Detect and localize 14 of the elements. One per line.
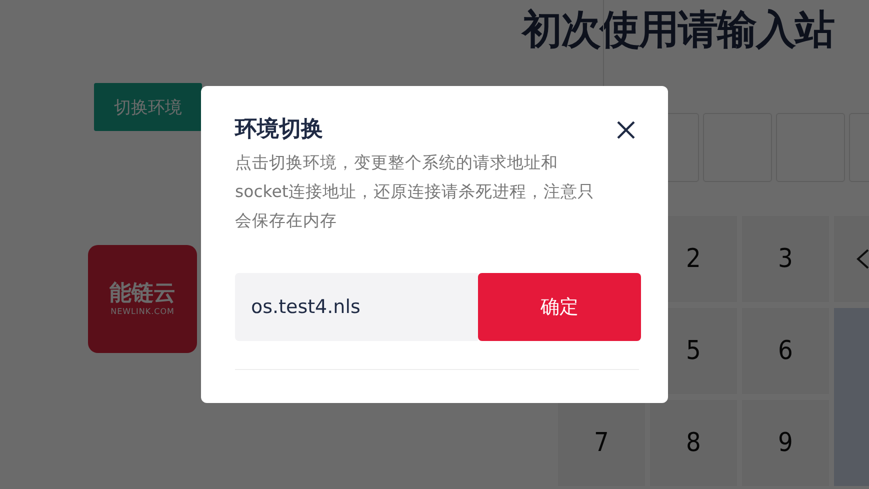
- keypad-key[interactable]: 9: [742, 400, 829, 486]
- keypad-key[interactable]: 8: [650, 400, 737, 486]
- address-input[interactable]: os.test4.nls: [235, 273, 478, 341]
- switch-environment-button[interactable]: 切换环境: [94, 83, 202, 131]
- page-title: 初次使用请输入站: [522, 6, 836, 54]
- dialog-title: 环境切换: [235, 116, 323, 144]
- dialog-description: 点击切换环境，变更整个系统的请求地址和socket连接地址，还原连接请杀死进程，注意只会保存在内存: [235, 152, 596, 232]
- logo: 能链云 NEWLINK.COM: [88, 245, 197, 353]
- keypad-key[interactable]: 3: [742, 216, 829, 302]
- backspace-icon: [856, 248, 869, 270]
- close-icon[interactable]: [616, 120, 636, 140]
- confirm-button[interactable]: 确定: [478, 273, 641, 341]
- keypad-key[interactable]: 6: [742, 308, 829, 394]
- keypad-key[interactable]: 7: [558, 400, 645, 486]
